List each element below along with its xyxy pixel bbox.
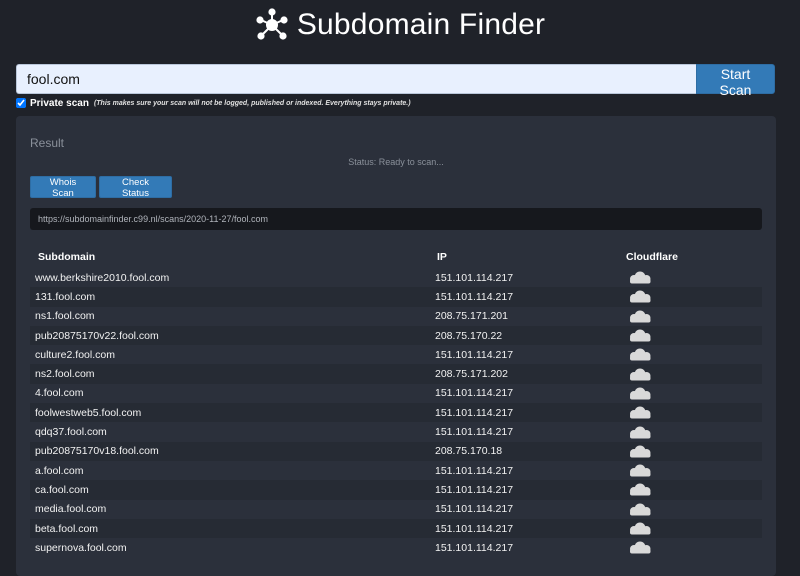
table-row: www.berkshire2010.fool.com 151.101.114.21…: [30, 268, 762, 287]
ip-cell: 151.101.114.217: [435, 483, 514, 496]
cloudflare-cell: [617, 522, 762, 535]
subdomain-cell: a.fool.com: [35, 464, 84, 477]
table-row: foolwestweb5.fool.com 151.101.114.217: [30, 403, 762, 423]
table-row: ns2.fool.com 208.75.171.202: [30, 364, 762, 384]
cloud-off-icon: [630, 387, 651, 400]
table-row: pub20875170v18.fool.com 208.75.170.18: [30, 441, 762, 461]
cloudflare-cell: [617, 406, 762, 419]
cloud-off-icon: [630, 464, 651, 477]
header-subdomain[interactable]: Subdomain: [30, 251, 430, 263]
cloudflare-cell: [617, 503, 762, 516]
hub-network-icon: [256, 8, 288, 40]
header-cloudflare[interactable]: Cloudflare: [617, 251, 762, 263]
subdomain-cell: media.fool.com: [35, 503, 107, 516]
subdomain-cell: pub20875170v22.fool.com: [35, 329, 159, 342]
subdomain-cell: www.berkshire2010.fool.com: [35, 271, 170, 284]
cloud-off-icon: [630, 445, 651, 458]
subdomain-cell: pub20875170v18.fool.com: [35, 445, 159, 458]
cloudflare-cell: [617, 483, 762, 496]
table-row: beta.fool.com 151.101.114.217: [30, 518, 762, 539]
subdomain-cell: ns1.fool.com: [35, 310, 95, 323]
cloudflare-cell: [617, 329, 762, 342]
subdomain-cell: ns2.fool.com: [35, 368, 95, 381]
private-scan-label[interactable]: Private scan: [30, 98, 89, 109]
domain-input[interactable]: [16, 64, 696, 94]
table-row: 4.fool.com 151.101.114.217: [30, 384, 762, 403]
table-body: www.berkshire2010.fool.com 151.101.114.21…: [30, 268, 762, 557]
private-scan-note: (This makes sure your scan will not be l…: [93, 99, 411, 107]
subdomain-cell: beta.fool.com: [35, 522, 99, 535]
ip-cell: 151.101.114.217: [435, 348, 514, 361]
ip-cell: 208.75.171.202: [435, 368, 508, 381]
table-row: supernova.fool.com 151.101.114.217: [30, 538, 762, 557]
subdomain-cell: supernova.fool.com: [35, 541, 127, 554]
ip-cell: 208.75.170.22: [435, 329, 503, 342]
result-title: Result: [30, 136, 65, 150]
ip-cell: 151.101.114.217: [435, 406, 514, 419]
cloud-off-icon: [630, 426, 651, 439]
ip-cell: 151.101.114.217: [435, 290, 514, 303]
start-scan-button[interactable]: Start Scan: [696, 64, 775, 98]
subdomain-cell: ca.fool.com: [35, 483, 89, 496]
cloud-off-icon: [630, 368, 651, 381]
cloud-off-icon: [630, 541, 651, 554]
cloudflare-cell: [617, 271, 762, 284]
cloud-off-icon: [630, 290, 651, 303]
ip-cell: 151.101.114.217: [435, 522, 514, 535]
ip-cell: 151.101.114.217: [435, 503, 514, 516]
table-row: media.fool.com 151.101.114.217: [30, 500, 762, 519]
subdomain-cell: foolwestweb5.fool.com: [35, 406, 142, 419]
cloudflare-cell: [617, 387, 762, 400]
cloud-off-icon: [630, 522, 651, 535]
header-ip[interactable]: IP: [430, 251, 617, 263]
table-row: a.fool.com 151.101.114.217: [30, 461, 762, 480]
cloudflare-cell: [617, 368, 762, 381]
table-row: ca.fool.com 151.101.114.217: [30, 480, 762, 500]
table-row: ns1.fool.com 208.75.171.201: [30, 307, 762, 326]
search-bar: Start Scan: [16, 64, 775, 98]
ip-cell: 151.101.114.217: [435, 426, 514, 439]
cloudflare-cell: [617, 348, 762, 361]
cloud-off-icon: [630, 329, 651, 342]
table-row: 131.fool.com 151.101.114.217: [30, 287, 762, 307]
private-scan-checkbox[interactable]: [16, 98, 26, 108]
cloud-off-icon: [630, 503, 651, 516]
subdomain-table: Subdomain IP Cloudflare www.berkshire201…: [30, 246, 762, 557]
subdomain-cell: culture2.fool.com: [35, 348, 115, 361]
app-title: Subdomain Finder: [296, 8, 546, 41]
cloudflare-cell: [617, 464, 762, 477]
cloud-off-icon: [630, 271, 651, 284]
ip-cell: 208.75.170.18: [435, 445, 503, 458]
check-status-button[interactable]: Check Status: [99, 176, 172, 199]
ip-cell: 151.101.114.217: [435, 464, 514, 477]
scan-url[interactable]: https://subdomainfinder.c99.nl/scans/202…: [30, 208, 762, 230]
table-row: pub20875170v22.fool.com 208.75.170.22: [30, 325, 762, 346]
ip-cell: 151.101.114.217: [435, 271, 514, 284]
subdomain-cell: 4.fool.com: [35, 387, 84, 400]
cloudflare-cell: [617, 290, 762, 303]
cloud-off-icon: [630, 483, 651, 496]
subdomain-cell: 131.fool.com: [35, 290, 96, 303]
cloud-off-icon: [630, 406, 651, 419]
cloudflare-cell: [617, 541, 762, 554]
scan-status: Status: Ready to scan...: [348, 157, 444, 167]
cloudflare-cell: [617, 445, 762, 458]
table-header: Subdomain IP Cloudflare: [30, 246, 762, 268]
cloudflare-cell: [617, 426, 762, 439]
cloudflare-cell: [617, 310, 762, 323]
private-scan-row: Private scan (This makes sure your scan …: [16, 96, 411, 110]
ip-cell: 151.101.114.217: [435, 387, 514, 400]
ip-cell: 208.75.171.201: [435, 310, 508, 323]
result-panel: Result Status: Ready to scan... Whois Sc…: [16, 116, 776, 576]
cloud-off-icon: [630, 310, 651, 323]
ip-cell: 151.101.114.217: [435, 541, 514, 554]
whois-scan-button[interactable]: Whois Scan: [30, 176, 96, 199]
cloud-off-icon: [630, 348, 651, 361]
table-row: culture2.fool.com 151.101.114.217: [30, 345, 762, 364]
header: Subdomain Finder: [0, 0, 800, 50]
subdomain-cell: qdq37.fool.com: [35, 426, 107, 439]
table-row: qdq37.fool.com 151.101.114.217: [30, 422, 762, 441]
